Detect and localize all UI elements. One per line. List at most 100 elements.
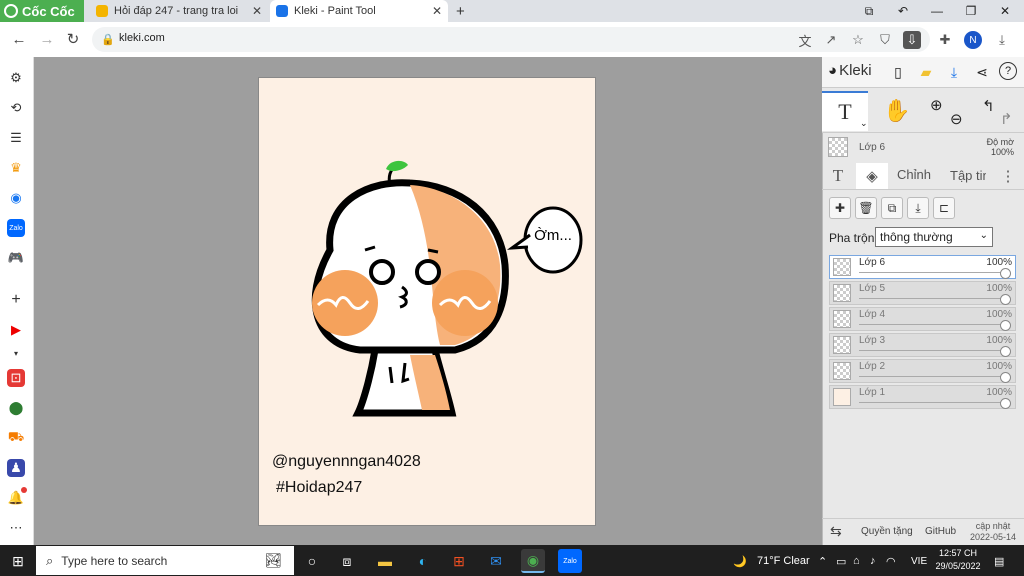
clock-date[interactable]: 29/05/2022	[932, 561, 984, 571]
open-folder-icon[interactable]: ▰	[916, 62, 936, 82]
new-file-icon[interactable]: ▯	[888, 62, 908, 82]
opacity-slider-track[interactable]	[859, 402, 1005, 403]
add-app-icon[interactable]: +	[7, 291, 25, 309]
layer-item[interactable]: Lớp 3 100%	[829, 333, 1016, 357]
merge-down-icon[interactable]: ⤓	[907, 197, 929, 219]
duplicate-layer-icon[interactable]: ⧉	[881, 197, 903, 219]
chevron-down-icon[interactable]: ▾	[7, 344, 25, 362]
zoom-in-icon[interactable]: ⊕	[930, 96, 943, 114]
swap-panel-icon[interactable]: ⇆	[830, 518, 842, 545]
bookmark-star-icon[interactable]: ☆	[849, 31, 867, 49]
history-clock-icon[interactable]: ⟲	[7, 99, 25, 117]
layer-properties-icon[interactable]: ⊏	[933, 197, 955, 219]
opacity-slider-knob[interactable]	[1000, 294, 1011, 305]
wifi-icon[interactable]: ◠	[886, 549, 896, 573]
redo-icon[interactable]: ↱	[1000, 110, 1013, 128]
url-text[interactable]: kleki.com	[119, 32, 165, 44]
opacity-slider-knob[interactable]	[1000, 346, 1011, 357]
tab-search-icon[interactable]: ⧉	[852, 0, 886, 22]
tab-file[interactable]: Tập tin	[948, 163, 988, 189]
share-icon[interactable]: ↗	[822, 31, 840, 49]
zalo-icon[interactable]: Zalo	[7, 219, 25, 237]
tab-layers[interactable]: ◈	[856, 163, 888, 189]
opacity-slider-track[interactable]	[859, 298, 1005, 299]
minimize-icon[interactable]: —	[920, 0, 954, 22]
add-layer-icon[interactable]: ✚	[829, 197, 851, 219]
game-avatar-icon[interactable]: ♟	[7, 459, 25, 477]
privacy-link[interactable]: Quyền tặng	[861, 518, 913, 545]
crown-icon[interactable]: ♛	[7, 159, 25, 177]
blend-mode-select[interactable]: thông thường ⌄	[875, 227, 993, 247]
back-icon[interactable]: ←	[9, 29, 29, 49]
chevron-down-icon[interactable]: ⌄	[860, 118, 868, 129]
weather-icon[interactable]: 🌙	[733, 549, 747, 573]
restore-icon[interactable]: ❐	[954, 0, 988, 22]
notifications-icon[interactable]: ▤	[994, 549, 1004, 573]
messenger-icon[interactable]: ◉	[7, 189, 25, 207]
update-date[interactable]: 2022-05-14	[966, 532, 1020, 542]
weather-text[interactable]: 71°F Clear	[757, 549, 810, 573]
downloads-icon[interactable]: ⤓	[993, 31, 1011, 49]
tab-text-panel[interactable]: T	[822, 163, 854, 189]
github-link[interactable]: GitHub	[925, 518, 956, 545]
shield-icon[interactable]: ⛉	[876, 31, 894, 49]
zoom-out-icon[interactable]: ⊖	[950, 110, 963, 128]
youtube-icon[interactable]: ▶	[7, 321, 25, 339]
mail-icon[interactable]: ✉	[484, 549, 508, 573]
forward-icon[interactable]: →	[37, 29, 57, 49]
profile-avatar[interactable]: N	[964, 31, 982, 49]
close-tab-icon[interactable]: ✕	[432, 4, 442, 18]
opacity-slider-track[interactable]	[859, 376, 1005, 377]
hand-tool-icon[interactable]: ✋	[874, 91, 920, 131]
tab-kleki[interactable]: Kleki - Paint Tool ✕	[270, 0, 448, 22]
taskbar-search[interactable]: ⌕ Type here to search 🏞	[36, 546, 294, 575]
edge-icon[interactable]: ◐	[411, 549, 435, 573]
opacity-slider-knob[interactable]	[1000, 320, 1011, 331]
history-icon[interactable]: ↶	[886, 0, 920, 22]
clock-time[interactable]: 12:57 CH	[932, 548, 984, 558]
undo-icon[interactable]: ↰	[982, 97, 995, 115]
new-tab-button[interactable]: +	[450, 0, 470, 22]
cortana-icon[interactable]: ○	[300, 549, 324, 573]
more-icon[interactable]: ⋯	[7, 519, 25, 537]
opacity-slider-track[interactable]	[859, 324, 1005, 325]
translate-icon[interactable]: 文	[796, 31, 814, 49]
reading-list-icon[interactable]: ☰	[7, 129, 25, 147]
browser-brand[interactable]: Cốc Cốc	[0, 0, 84, 22]
delete-layer-icon[interactable]: 🗑	[855, 197, 877, 219]
lock-icon[interactable]: 🔒	[101, 33, 115, 46]
help-icon[interactable]: ?	[999, 62, 1017, 80]
layer-item[interactable]: Lớp 4 100%	[829, 307, 1016, 331]
update-label[interactable]: cập nhật	[968, 521, 1018, 531]
battery-icon[interactable]: ▭	[836, 549, 846, 573]
language-indicator[interactable]: VIE	[911, 549, 927, 573]
windows-start-icon[interactable]: ⊞	[6, 549, 30, 573]
map-pin-icon[interactable]: ⬤	[7, 399, 25, 417]
opacity-slider-knob[interactable]	[1000, 268, 1011, 279]
close-tab-icon[interactable]: ✕	[252, 4, 262, 18]
zalo-taskbar-icon[interactable]: Zalo	[558, 549, 582, 573]
download-media-icon[interactable]: ⇩	[903, 31, 921, 49]
layer-item[interactable]: Lớp 1 100%	[829, 385, 1016, 409]
layer-item[interactable]: Lớp 6 100%	[829, 255, 1016, 279]
opacity-slider-track[interactable]	[859, 350, 1005, 351]
more-vertical-icon[interactable]: ⋮	[998, 163, 1018, 189]
coccoc-taskbar-icon[interactable]: ◉	[521, 549, 545, 573]
file-explorer-icon[interactable]: ▬	[373, 549, 397, 573]
opacity-slider-track[interactable]	[859, 272, 1005, 273]
tab-edit[interactable]: Chỉnh sửa	[896, 163, 936, 189]
share-icon[interactable]: ⋖	[972, 62, 992, 82]
store-icon[interactable]: ⊞	[447, 549, 471, 573]
tab-hoidap[interactable]: Hỏi đáp 247 - trang tra loi ✕	[90, 0, 268, 22]
volume-icon[interactable]: ♪	[870, 549, 876, 573]
settings-icon[interactable]: ⚙	[7, 69, 25, 87]
reload-icon[interactable]: ↻	[63, 29, 83, 49]
layer-item[interactable]: Lớp 5 100%	[829, 281, 1016, 305]
opacity-slider-knob[interactable]	[1000, 372, 1011, 383]
save-download-icon[interactable]: ⤓	[944, 62, 964, 82]
layer-item[interactable]: Lớp 2 100%	[829, 359, 1016, 383]
task-view-icon[interactable]: ⧈	[335, 549, 359, 573]
close-window-icon[interactable]: ✕	[988, 0, 1022, 22]
chevron-up-icon[interactable]: ⌃	[818, 549, 827, 573]
opacity-slider-knob[interactable]	[1000, 398, 1011, 409]
